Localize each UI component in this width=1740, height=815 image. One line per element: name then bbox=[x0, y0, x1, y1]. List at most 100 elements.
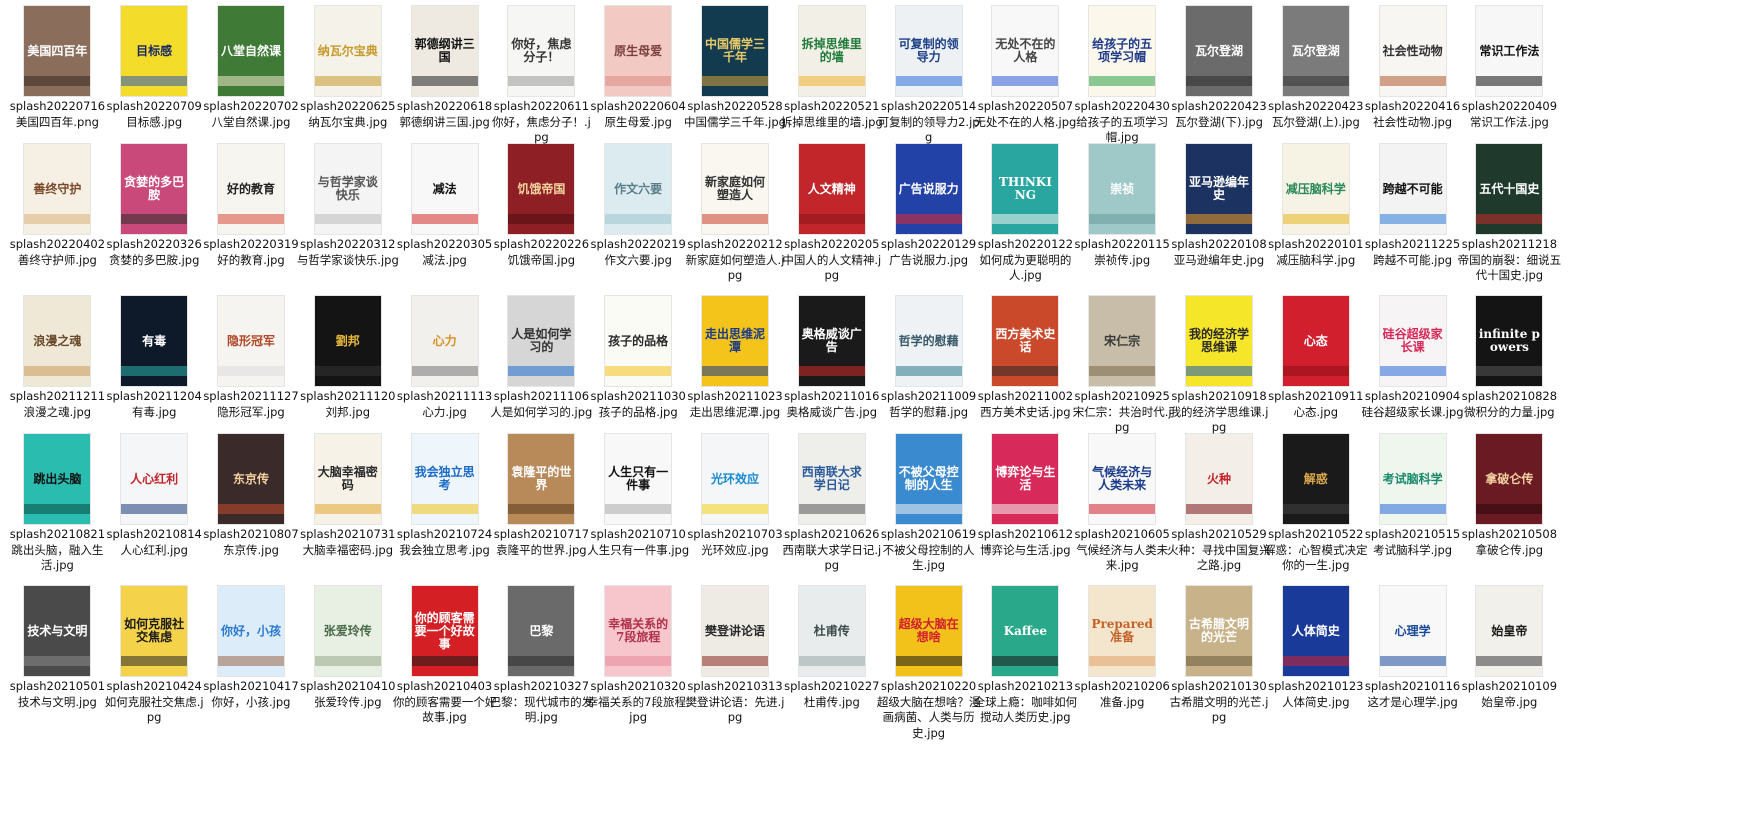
file-thumbnail[interactable]: 火种 bbox=[1186, 434, 1252, 524]
file-thumbnail[interactable]: 哲学的慰藉 bbox=[895, 296, 962, 386]
file-name-label[interactable]: splash20220326贪婪的多巴胺.jpg bbox=[101, 237, 207, 268]
file-name-label[interactable]: splash20210424如何克服社交焦虑.jpg bbox=[101, 679, 207, 726]
file-thumbnail[interactable]: 杜甫传 bbox=[798, 586, 865, 676]
file-name-label[interactable]: splash20210703光环效应.jpg bbox=[682, 527, 788, 558]
file-item[interactable]: 张爱玲传 splash20210410张爱玲传.jpg bbox=[294, 586, 402, 710]
file-thumbnail[interactable]: 八堂自然课 bbox=[218, 6, 284, 96]
file-item[interactable]: 劉邦 splash20211120刘邦.jpg bbox=[294, 296, 402, 420]
file-name-label[interactable]: splash20210529火种：寻找中国复兴之路.jpg bbox=[1166, 527, 1272, 574]
file-item[interactable]: 宋仁宗 splash20210925宋仁宗：共治时代.jpg bbox=[1068, 296, 1176, 436]
file-name-label[interactable]: splash20211113心力.jpg bbox=[392, 389, 498, 420]
file-name-label[interactable]: splash20210828微积分的力量.jpg bbox=[1456, 389, 1562, 420]
file-name-label[interactable]: splash20220101减压脑科学.jpg bbox=[1263, 237, 1369, 268]
file-name-label[interactable]: splash20220716美国四百年.png bbox=[4, 99, 110, 130]
file-thumbnail[interactable]: 超级大脑在想啥 bbox=[895, 586, 962, 676]
file-thumbnail[interactable]: 人心红利 bbox=[121, 434, 188, 524]
file-thumbnail[interactable]: 始皇帝 bbox=[1476, 586, 1543, 676]
file-item[interactable]: 瓦尔登湖 splash20220423瓦尔登湖(上).jpg bbox=[1262, 6, 1370, 130]
file-thumbnail[interactable]: 考试脑科学 bbox=[1379, 434, 1446, 524]
file-thumbnail[interactable]: 亚马逊编年史 bbox=[1186, 144, 1252, 234]
file-name-label[interactable]: splash20210508拿破仑传.jpg bbox=[1456, 527, 1562, 558]
file-item[interactable]: 八堂自然课 splash20220702八堂自然课.jpg bbox=[197, 6, 305, 130]
file-thumbnail[interactable]: Prepared 准备 bbox=[1089, 586, 1156, 676]
file-name-label[interactable]: splash20210327巴黎：现代城市的发明.jpg bbox=[488, 679, 594, 726]
file-name-label[interactable]: splash20210109始皇帝.jpg bbox=[1456, 679, 1562, 710]
file-item[interactable]: 走出思维泥潭 splash20211023走出思维泥潭.jpg bbox=[681, 296, 789, 420]
file-name-label[interactable]: splash20220122如何成为更聪明的人.jpg bbox=[972, 237, 1078, 284]
file-item[interactable]: 崇祯 splash20220115崇祯传.jpg bbox=[1068, 144, 1176, 268]
file-item[interactable]: 无处不在的人格 splash20220507无处不在的人格.jpg bbox=[971, 6, 1079, 130]
file-thumbnail[interactable]: 作文六要 bbox=[605, 144, 672, 234]
file-item[interactable]: 你好，小孩 splash20210417你好，小孩.jpg bbox=[197, 586, 305, 710]
file-item[interactable]: 东京传 splash20210807东京传.jpg bbox=[197, 434, 305, 558]
file-item[interactable]: 我会独立思考 splash20210724我会独立思考.jpg bbox=[391, 434, 499, 558]
file-thumbnail[interactable]: Kaffee bbox=[992, 586, 1059, 676]
file-name-label[interactable]: splash20210911心态.jpg bbox=[1263, 389, 1369, 420]
file-thumbnail[interactable]: 人生只有一件事 bbox=[605, 434, 672, 524]
file-item[interactable]: 超级大脑在想啥 splash20210220超级大脑在想啥？漫画病菌、人类与历史.… bbox=[875, 586, 983, 741]
file-thumbnail[interactable]: 幸福关系的7段旅程 bbox=[605, 586, 672, 676]
file-item[interactable]: 好的教育 splash20220319好的教育.jpg bbox=[197, 144, 305, 268]
file-item[interactable]: 拿破仑传 splash20210508拿破仑传.jpg bbox=[1455, 434, 1563, 558]
file-item[interactable]: 火种 splash20210529火种：寻找中国复兴之路.jpg bbox=[1165, 434, 1273, 574]
file-item[interactable]: 善终守护 splash20220402善终守护师.jpg bbox=[3, 144, 111, 268]
file-name-label[interactable]: splash20210731大脑幸福密码.jpg bbox=[295, 527, 401, 558]
file-thumbnail[interactable]: 气候经济与人类未来 bbox=[1089, 434, 1156, 524]
file-name-label[interactable]: splash20210320幸福关系的7段旅程.jpg bbox=[585, 679, 691, 726]
file-item[interactable]: 可复制的领导力 splash20220514可复制的领导力2.jpg bbox=[875, 6, 983, 146]
file-name-label[interactable]: splash20210130古希腊文明的光芒.jpg bbox=[1166, 679, 1272, 726]
file-item[interactable]: 饥饿帝国 splash20220226饥饿帝国.jpg bbox=[487, 144, 595, 268]
file-name-label[interactable]: splash20220618郭德纲讲三国.jpg bbox=[392, 99, 498, 130]
file-name-label[interactable]: splash20220423瓦尔登湖(上).jpg bbox=[1263, 99, 1369, 130]
file-item[interactable]: 考试脑科学 splash20210515考试脑科学.jpg bbox=[1359, 434, 1467, 558]
file-item[interactable]: 心理学 splash20210116这才是心理学.jpg bbox=[1359, 586, 1467, 710]
file-name-label[interactable]: splash20220115崇祯传.jpg bbox=[1069, 237, 1175, 268]
file-thumbnail[interactable]: 如何克服社交焦虑 bbox=[121, 586, 188, 676]
file-name-label[interactable]: splash20220226饥饿帝国.jpg bbox=[488, 237, 594, 268]
file-name-label[interactable]: splash20210501技术与文明.jpg bbox=[4, 679, 110, 710]
file-name-label[interactable]: splash20211211浪漫之魂.jpg bbox=[4, 389, 110, 420]
file-item[interactable]: 大脑幸福密码 splash20210731大脑幸福密码.jpg bbox=[294, 434, 402, 558]
file-thumbnail[interactable]: 解惑 bbox=[1282, 434, 1349, 524]
file-name-label[interactable]: splash20210724我会独立思考.jpg bbox=[392, 527, 498, 558]
file-thumbnail[interactable]: 宋仁宗 bbox=[1089, 296, 1156, 386]
file-name-label[interactable]: splash20210612博弈论与生活.jpg bbox=[972, 527, 1078, 558]
file-thumbnail[interactable]: 减法 bbox=[411, 144, 478, 234]
file-thumbnail[interactable]: 拿破仑传 bbox=[1476, 434, 1543, 524]
file-item[interactable]: 樊登讲论语 splash20210313樊登讲论语：先进.jpg bbox=[681, 586, 789, 726]
file-item[interactable]: 人生只有一件事 splash20210710人生只有一件事.jpg bbox=[584, 434, 692, 558]
file-item[interactable]: 解惑 splash20210522解惑：心智模式决定你的一生.jpg bbox=[1262, 434, 1370, 574]
file-thumbnail[interactable]: 好的教育 bbox=[218, 144, 284, 234]
file-item[interactable]: 幸福关系的7段旅程 splash20210320幸福关系的7段旅程.jpg bbox=[584, 586, 692, 726]
file-item[interactable]: 不被父母控制的人生 splash20210619不被父母控制的人生.jpg bbox=[875, 434, 983, 574]
file-name-label[interactable]: splash20220409常识工作法.jpg bbox=[1456, 99, 1562, 130]
file-thumbnail[interactable]: 可复制的领导力 bbox=[895, 6, 962, 96]
file-item[interactable]: 西南联大求学日记 splash20210626西南联大求学日记.jpg bbox=[778, 434, 886, 574]
file-name-label[interactable]: splash20211120刘邦.jpg bbox=[295, 389, 401, 420]
file-thumbnail[interactable]: 郭德纲讲三国 bbox=[411, 6, 478, 96]
file-item[interactable]: 减法 splash20220305减法.jpg bbox=[391, 144, 499, 268]
file-thumbnail[interactable]: 不被父母控制的人生 bbox=[895, 434, 962, 524]
file-item[interactable]: infinite powers splash20210828微积分的力量.jpg bbox=[1455, 296, 1563, 420]
file-item[interactable]: 古希腊文明的光芒 splash20210130古希腊文明的光芒.jpg bbox=[1165, 586, 1273, 726]
file-item[interactable]: 气候经济与人类未来 splash20210605气候经济与人类未来.jpg bbox=[1068, 434, 1176, 574]
file-item[interactable]: Kaffee splash20210213全球上瘾：咖啡如何搅动人类历史.jpg bbox=[971, 586, 1079, 726]
file-item[interactable]: 广告说服力 splash20220129广告说服力.jpg bbox=[875, 144, 983, 268]
file-name-label[interactable]: splash20220430给孩子的五项学习帽.jpg bbox=[1069, 99, 1175, 146]
file-item[interactable]: 哲学的慰藉 splash20211009哲学的慰藉.jpg bbox=[875, 296, 983, 420]
file-thumbnail[interactable]: 心理学 bbox=[1379, 586, 1446, 676]
file-item[interactable]: 西方美术史话 splash20211002西方美术史话.jpg bbox=[971, 296, 1079, 420]
file-item[interactable]: 原生母爱 splash20220604原生母爱.jpg bbox=[584, 6, 692, 130]
file-name-label[interactable]: splash20210123人体简史.jpg bbox=[1263, 679, 1369, 710]
file-name-label[interactable]: splash20220402善终守护师.jpg bbox=[4, 237, 110, 268]
file-thumbnail[interactable]: 你好，小孩 bbox=[218, 586, 284, 676]
file-thumbnail[interactable]: 大脑幸福密码 bbox=[314, 434, 381, 524]
file-name-label[interactable]: splash20210227杜甫传.jpg bbox=[779, 679, 885, 710]
file-thumbnail[interactable]: 善终守护 bbox=[24, 144, 91, 234]
file-item[interactable]: Prepared 准备 splash20210206准备.jpg bbox=[1068, 586, 1176, 710]
file-item[interactable]: 心力 splash20211113心力.jpg bbox=[391, 296, 499, 420]
file-thumbnail[interactable]: 五代十国史 bbox=[1476, 144, 1543, 234]
file-name-label[interactable]: splash20210605气候经济与人类未来.jpg bbox=[1069, 527, 1175, 574]
file-name-label[interactable]: splash20220514可复制的领导力2.jpg bbox=[876, 99, 982, 146]
file-thumbnail[interactable]: 光环效应 bbox=[702, 434, 768, 524]
